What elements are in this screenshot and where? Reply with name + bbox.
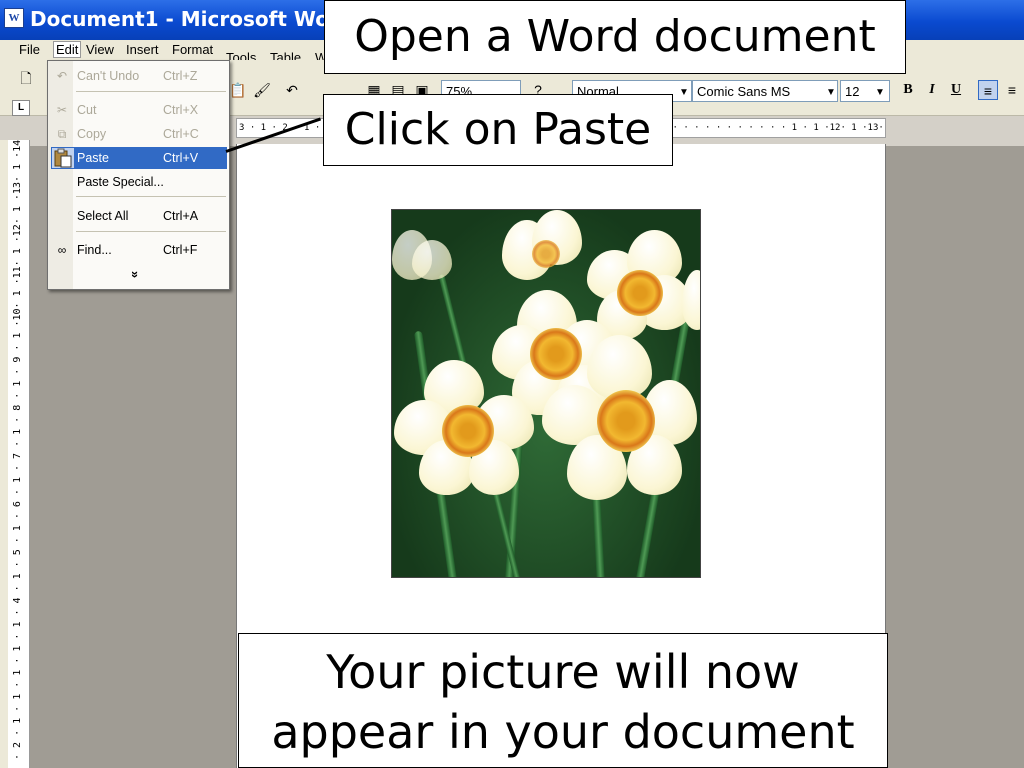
menu-file[interactable]: File: [19, 42, 40, 57]
underline-button[interactable]: U: [946, 80, 966, 100]
menu-item-label: Paste Special...: [77, 175, 164, 189]
menu-item-label: Find...: [77, 243, 112, 257]
font-size-value: 12: [845, 84, 860, 99]
vertical-ruler[interactable]: · 2 · 1 · 1 · 1 · 1 · 1 · 4 · 1 · 5 · 1 …: [8, 140, 30, 768]
italic-button[interactable]: I: [922, 80, 942, 100]
menu-item-label: Paste: [77, 151, 109, 165]
left-gutter: [0, 140, 8, 768]
undo-toolbar-icon[interactable]: ↶: [282, 80, 302, 100]
undo-icon: ↶: [56, 69, 68, 83]
new-document-icon[interactable]: 🗋: [16, 68, 36, 88]
pasted-daffodil-picture[interactable]: [391, 209, 701, 578]
menu-item-label: Copy: [77, 127, 107, 141]
binoculars-icon: ∞: [57, 243, 67, 257]
align-center-icon[interactable]: ≡: [1002, 80, 1022, 100]
menu-item-undo[interactable]: ↶ Can't Undo Ctrl+Z: [48, 65, 229, 87]
vertical-ruler-marks: · 2 · 1 · 1 · 1 · 1 · 1 · 4 · 1 · 5 · 1 …: [12, 140, 23, 760]
menu-item-label: Can't Undo: [77, 69, 140, 83]
menu-item-copy[interactable]: ⧉ Copy Ctrl+C: [48, 123, 229, 145]
menu-item-shortcut: Ctrl+Z: [163, 69, 198, 83]
menu-item-shortcut: Ctrl+X: [163, 103, 199, 117]
menu-item-cut[interactable]: ✂ Cut Ctrl+X: [48, 99, 229, 121]
word-app-icon[interactable]: W: [4, 8, 24, 28]
menu-separator: [76, 196, 226, 197]
menu-separator: [76, 91, 226, 92]
menu-item-label: Select All: [77, 209, 129, 223]
menu-item-label: Cut: [77, 103, 97, 117]
menu-item-find[interactable]: ∞ Find... Ctrl+F: [48, 239, 229, 261]
menu-item-shortcut: Ctrl+F: [163, 243, 198, 257]
menu-edit[interactable]: Edit: [53, 41, 82, 58]
menu-separator: [76, 231, 226, 232]
paste-toolbar-icon[interactable]: 📋: [228, 80, 248, 100]
clipboard-icon: [51, 147, 75, 169]
scissors-icon: ✂: [56, 103, 68, 117]
font-dropdown-icon[interactable]: ▼: [826, 87, 836, 98]
instruction-step-2: Click on Paste: [323, 94, 673, 166]
bold-button[interactable]: B: [898, 80, 918, 100]
instruction-step-3: Your picture will now appear in your doc…: [238, 633, 888, 768]
menu-item-select-all[interactable]: Select All Ctrl+A: [48, 205, 229, 227]
font-size-dropdown-icon[interactable]: ▼: [875, 87, 885, 98]
align-left-icon[interactable]: ≡: [978, 80, 998, 100]
style-dropdown-icon[interactable]: ▼: [679, 87, 689, 98]
menu-view[interactable]: View: [86, 42, 114, 57]
copy-icon: ⧉: [57, 127, 67, 141]
expand-menu-chevron-icon[interactable]: »: [128, 271, 143, 278]
tab-selector[interactable]: L: [12, 100, 30, 116]
menu-item-shortcut: Ctrl+C: [163, 127, 199, 141]
menu-item-shortcut: Ctrl+A: [163, 209, 199, 223]
menu-format[interactable]: Format: [172, 42, 213, 57]
edit-menu-dropdown: ↶ Can't Undo Ctrl+Z ✂ Cut Ctrl+X ⧉ Copy …: [47, 60, 230, 290]
daffodil-petal: [682, 270, 700, 330]
menu-item-shortcut: Ctrl+V: [163, 151, 199, 165]
menu-insert[interactable]: Insert: [126, 42, 159, 57]
format-painter-icon[interactable]: 🖌: [252, 80, 272, 100]
font-select[interactable]: Comic Sans MS: [692, 80, 838, 102]
font-value: Comic Sans MS: [697, 84, 791, 99]
menu-item-paste[interactable]: Paste Ctrl+V: [75, 147, 227, 169]
window-title: Document1 - Microsoft Word: [30, 7, 354, 31]
menu-item-paste-special[interactable]: Paste Special...: [48, 171, 229, 193]
instruction-step-1: Open a Word document: [324, 0, 906, 74]
